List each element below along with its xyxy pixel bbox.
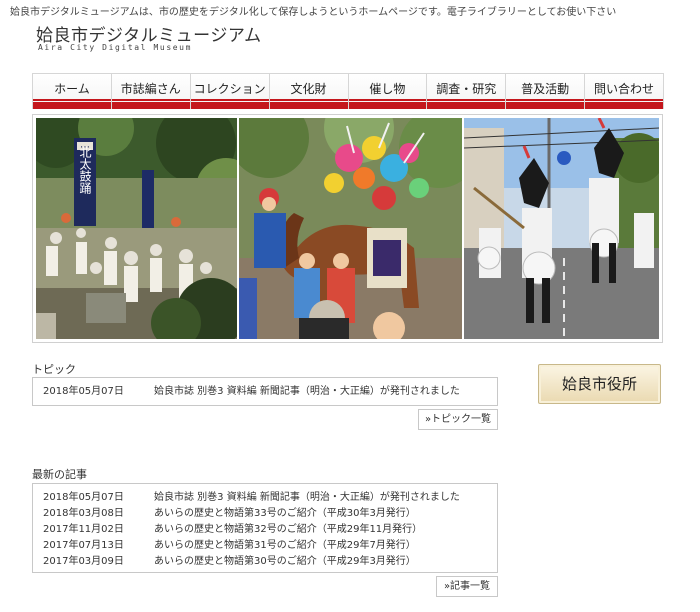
nav-item-label: 催し物 — [369, 82, 406, 96]
article-date: 2017年03月09日 — [43, 556, 124, 567]
hero-banner-text: 北太鼓踊 — [78, 146, 92, 195]
site-tagline: 姶良市デジタルミュージアムは、市の歴史をデジタル化して保存しようというホームペー… — [10, 7, 617, 18]
hero-photo-street-parade — [464, 118, 659, 339]
nav-item-label: 調査・研究 — [436, 82, 497, 96]
street-parade-image — [464, 118, 659, 339]
topics-heading: トピック — [32, 363, 76, 376]
nav-item-collection[interactable]: コレクション — [190, 73, 270, 109]
article-date: 2017年11月02日 — [43, 524, 124, 535]
list-item[interactable]: 2017年07月13日 あいらの歴史と物語第31号のご紹介（平成29年7月発行） — [33, 538, 497, 554]
nav-accent-bar — [506, 99, 585, 109]
nav-item-label: 文化財 — [290, 82, 327, 96]
drum-dance-image: ⋯ 北太鼓踊 — [36, 118, 237, 339]
article-title[interactable]: あいらの歴史と物語第32号のご紹介（平成29年11月発行） — [154, 522, 422, 538]
topics-list: 2018年05月07日 姶良市誌 別巻3 資料編 新聞記事（明治・大正編）が発刊… — [32, 377, 498, 406]
hero-banner: ⋯ 北太鼓踊 — [32, 114, 663, 343]
nav-item-label: ホーム — [54, 82, 90, 96]
nav-item-outreach[interactable]: 普及活動 — [506, 73, 586, 109]
article-date: 2018年05月07日 — [43, 492, 124, 503]
articles-heading: 最新の記事 — [32, 468, 87, 481]
topic-title[interactable]: 姶良市誌 別巻3 資料編 新聞記事（明治・大正編）が発刊されました — [154, 384, 460, 400]
nav-accent-bar — [348, 99, 427, 109]
hero-photo-drum-dance: ⋯ 北太鼓踊 — [36, 118, 237, 339]
nav-item-label: コレクション — [193, 82, 266, 96]
list-item[interactable]: 2018年05月07日 姶良市誌 別巻3 資料編 新聞記事（明治・大正編）が発刊… — [33, 490, 497, 506]
list-item[interactable]: 2018年05月07日 姶良市誌 別巻3 資料編 新聞記事（明治・大正編）が発刊… — [33, 384, 497, 400]
list-item[interactable]: 2017年03月09日 あいらの歴史と物語第30号のご紹介（平成29年3月発行） — [33, 554, 497, 570]
nav-item-label: 市誌編さん — [120, 82, 181, 96]
decorated-horse-image — [239, 118, 462, 339]
article-date: 2018年03月08日 — [43, 508, 124, 519]
nav-accent-bar — [427, 99, 506, 109]
main-nav: ホーム 市誌編さん コレクション 文化財 催し物 調査・研究 普及活動 問い合わ… — [32, 73, 664, 109]
article-title[interactable]: あいらの歴史と物語第33号のご紹介（平成30年3月発行） — [154, 506, 416, 522]
articles-list: 2018年05月07日 姶良市誌 別巻3 資料編 新聞記事（明治・大正編）が発刊… — [32, 483, 498, 573]
nav-accent-bar — [190, 99, 269, 109]
site-subtitle: Aira City Digital Museum — [38, 43, 192, 52]
list-item[interactable]: 2017年11月02日 あいらの歴史と物語第32号のご紹介（平成29年11月発行… — [33, 522, 497, 538]
topics-more-button[interactable]: »トピック一覧 — [418, 409, 498, 430]
article-title[interactable]: あいらの歴史と物語第30号のご紹介（平成29年3月発行） — [154, 554, 416, 570]
nav-accent-bar — [269, 99, 348, 109]
nav-item-research[interactable]: 調査・研究 — [427, 73, 507, 109]
topic-date: 2018年05月07日 — [43, 386, 124, 397]
article-title[interactable]: 姶良市誌 別巻3 資料編 新聞記事（明治・大正編）が発刊されました — [154, 490, 460, 506]
nav-item-contact[interactable]: 問い合わせ — [585, 73, 664, 109]
list-item[interactable]: 2018年03月08日 あいらの歴史と物語第33号のご紹介（平成30年3月発行） — [33, 506, 497, 522]
city-hall-button[interactable]: 姶良市役所 — [538, 364, 661, 404]
nav-accent-bar — [33, 99, 111, 109]
nav-accent-bar — [111, 99, 190, 109]
nav-accent-bar — [585, 99, 663, 109]
articles-more-button[interactable]: »記事一覧 — [436, 576, 498, 597]
hero-photo-decorated-horse — [239, 118, 462, 339]
nav-item-city-history[interactable]: 市誌編さん — [111, 73, 191, 109]
nav-item-events[interactable]: 催し物 — [348, 73, 428, 109]
nav-item-label: 問い合わせ — [594, 82, 655, 96]
nav-item-home[interactable]: ホーム — [33, 73, 112, 109]
article-date: 2017年07月13日 — [43, 540, 124, 551]
nav-item-label: 普及活動 — [521, 82, 570, 96]
article-title[interactable]: あいらの歴史と物語第31号のご紹介（平成29年7月発行） — [154, 538, 416, 554]
nav-item-cultural-properties[interactable]: 文化財 — [269, 73, 349, 109]
